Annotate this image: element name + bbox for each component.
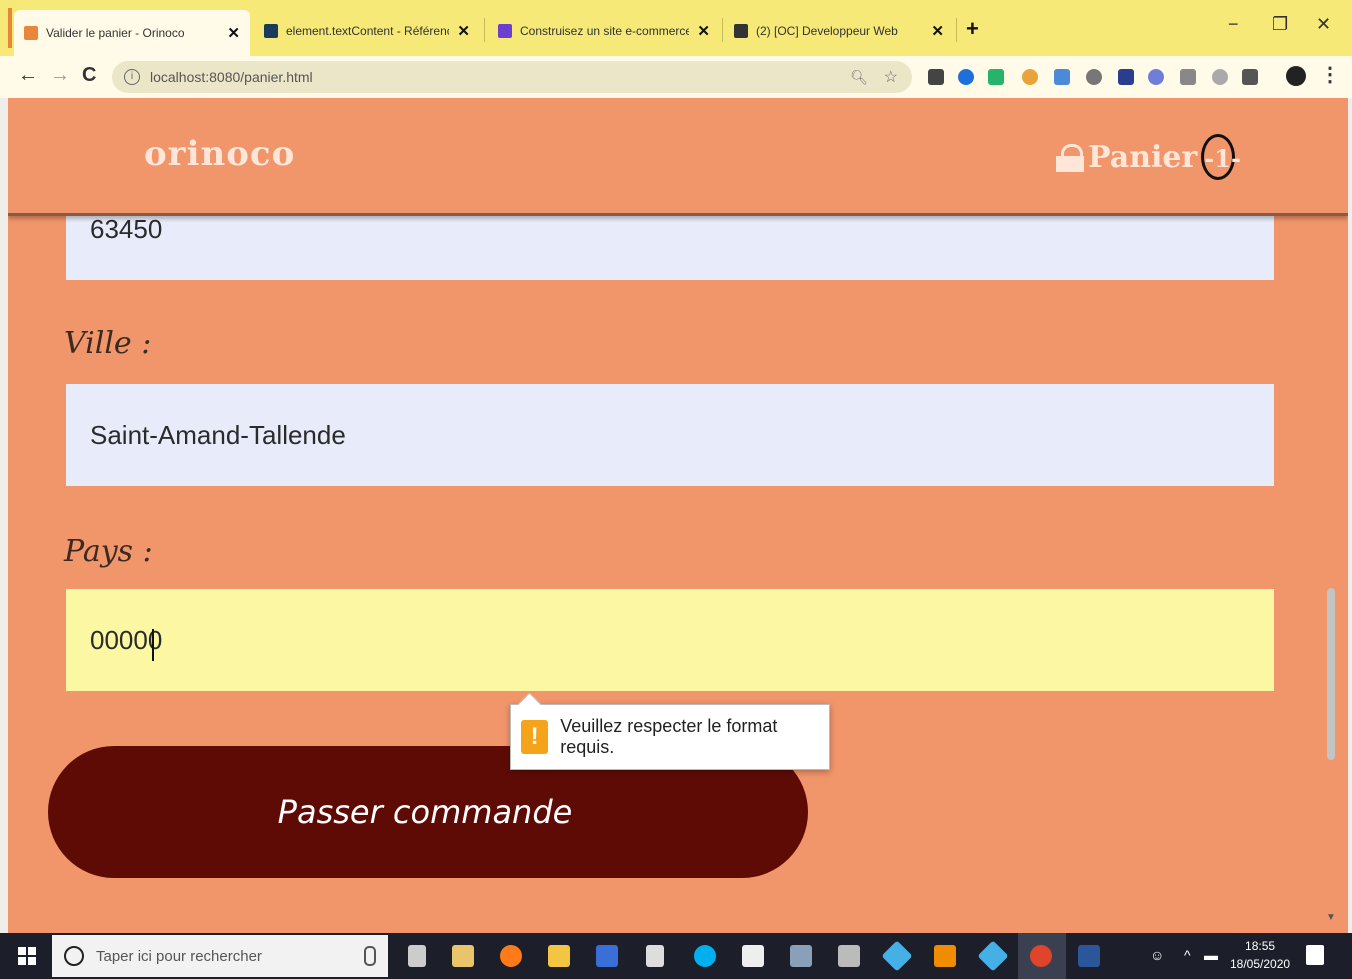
extension-icon[interactable] [1022, 69, 1038, 85]
people-icon[interactable]: ☺ [1150, 947, 1164, 963]
firefox-icon[interactable] [500, 945, 522, 967]
sublime-icon[interactable] [934, 945, 956, 967]
back-arrow-icon[interactable]: ← [18, 64, 38, 87]
tooltip-arrow [517, 692, 542, 717]
search-placeholder: Taper ici pour rechercher [96, 947, 262, 965]
clock-date: 18/05/2020 [1230, 957, 1291, 971]
app-icon[interactable] [596, 945, 618, 967]
network-icon[interactable]: ▬ [1204, 947, 1218, 963]
orinoco-favicon-icon [24, 26, 38, 40]
tab-title: Construisez un site e-commerce [520, 24, 690, 38]
zoom-icon[interactable]: 🔍︎ [850, 69, 868, 86]
tab-oc-developpeur[interactable]: (2) [OC] Developpeur Web ✕ [724, 14, 954, 48]
profile-avatar-icon[interactable] [1286, 66, 1306, 86]
warning-icon: ! [521, 720, 549, 754]
page-content: orinoco Panier -1- Ville : Pays : Passer… [8, 98, 1348, 933]
task-view-icon[interactable] [408, 945, 426, 967]
extension-icon[interactable] [988, 69, 1004, 85]
city-label: Ville : [64, 326, 152, 361]
country-label: Pays : [64, 534, 153, 569]
menu-kebab-icon[interactable]: ⋮ [1320, 62, 1340, 87]
close-tab-icon[interactable]: ✕ [457, 22, 470, 40]
tab-openclassrooms-course[interactable]: Construisez un site e-commerce ✕ [488, 14, 720, 48]
browser-tab-bar: Valider le panier - Orinoco ✕ element.te… [0, 0, 1352, 56]
validation-message: Veuillez respecter le format requis. [560, 716, 778, 757]
oc-favicon-icon [734, 24, 748, 38]
text-caret [152, 629, 154, 661]
close-window-button[interactable]: ✕ [1316, 14, 1331, 35]
mdn-favicon-icon [264, 24, 278, 38]
terminal-icon[interactable] [838, 945, 860, 967]
clock-time: 18:55 [1245, 939, 1276, 953]
extension-icon[interactable] [958, 69, 974, 85]
calculator-icon[interactable] [646, 945, 664, 967]
git-icon[interactable] [881, 940, 913, 972]
extension-icon[interactable] [1148, 69, 1164, 85]
site-info-icon[interactable]: i [124, 69, 140, 85]
taskbar-clock[interactable]: 18:55 18/05/2020 [1230, 937, 1290, 973]
git-icon[interactable] [977, 940, 1009, 972]
extension-icon[interactable] [1242, 69, 1258, 85]
store-icon[interactable] [452, 945, 474, 967]
scroll-down-arrow-icon[interactable]: ▼ [1326, 912, 1336, 923]
os-taskbar: Taper ici pour rechercher ☺ ^ ▬ 18:55 18… [0, 933, 1352, 979]
country-input[interactable] [66, 589, 1274, 691]
tray-expand-icon[interactable]: ^ [1184, 947, 1191, 963]
notification-icon[interactable] [1306, 945, 1324, 965]
skype-icon[interactable] [694, 945, 716, 967]
extension-icon[interactable] [928, 69, 944, 85]
tab-separator [484, 18, 485, 42]
tab-title: element.textContent - Référence [286, 24, 450, 38]
chrome-icon[interactable] [1030, 945, 1052, 967]
extension-icon[interactable] [1086, 69, 1102, 85]
close-tab-icon[interactable]: ✕ [931, 22, 944, 40]
cart-label: Panier [1088, 139, 1198, 175]
url-text: localhost:8080/panier.html [150, 69, 313, 85]
scrollbar-track[interactable] [1332, 213, 1348, 933]
file-explorer-icon[interactable] [548, 945, 570, 967]
microphone-icon[interactable] [364, 946, 376, 966]
brand-logo[interactable]: orinoco [144, 134, 295, 174]
word-icon[interactable] [1078, 945, 1100, 967]
close-tab-icon[interactable]: ✕ [227, 24, 240, 42]
cart-count-badge: -1- [1201, 134, 1241, 180]
scrollbar-thumb[interactable] [1327, 588, 1335, 760]
basket-icon [1054, 142, 1086, 172]
browser-toolbar: ← → C i localhost:8080/panier.html 🔍︎ ☆ … [0, 56, 1352, 98]
cortana-icon [64, 946, 84, 966]
windows-start-icon[interactable] [18, 947, 36, 965]
tab-mdn[interactable]: element.textContent - Référence ✕ [254, 14, 480, 48]
extension-icon[interactable] [1054, 69, 1070, 85]
7zip-icon[interactable] [742, 945, 764, 967]
tab-orinoco[interactable]: Valider le panier - Orinoco ✕ [14, 10, 250, 56]
close-tab-icon[interactable]: ✕ [697, 22, 710, 40]
extension-icon[interactable] [1180, 69, 1196, 85]
forward-arrow-icon[interactable]: → [50, 64, 70, 87]
tab-title: (2) [OC] Developpeur Web [756, 24, 898, 38]
extension-icon[interactable] [1212, 69, 1228, 85]
tab-title: Valider le panier - Orinoco [46, 26, 185, 40]
site-header: orinoco Panier -1- [8, 98, 1348, 216]
new-tab-button[interactable]: + [966, 16, 979, 42]
app-icon[interactable] [790, 945, 812, 967]
tab-separator [722, 18, 723, 42]
address-bar[interactable]: i localhost:8080/panier.html 🔍︎ ☆ [112, 61, 912, 93]
cart-link[interactable]: Panier -1- [1054, 134, 1241, 180]
city-input[interactable] [66, 384, 1274, 486]
validation-tooltip: ! Veuillez respecter le format requis. [510, 692, 830, 770]
minimize-button[interactable]: − [1228, 14, 1239, 35]
tab-accent [8, 8, 12, 48]
taskbar-search[interactable]: Taper ici pour rechercher [52, 935, 388, 977]
extension-icon[interactable] [1118, 69, 1134, 85]
tab-separator [956, 18, 957, 42]
maximize-button[interactable]: ❐ [1272, 14, 1288, 35]
reload-icon[interactable]: C [82, 64, 96, 87]
bookmark-star-icon[interactable]: ☆ [884, 67, 898, 87]
openclassrooms-favicon-icon [498, 24, 512, 38]
